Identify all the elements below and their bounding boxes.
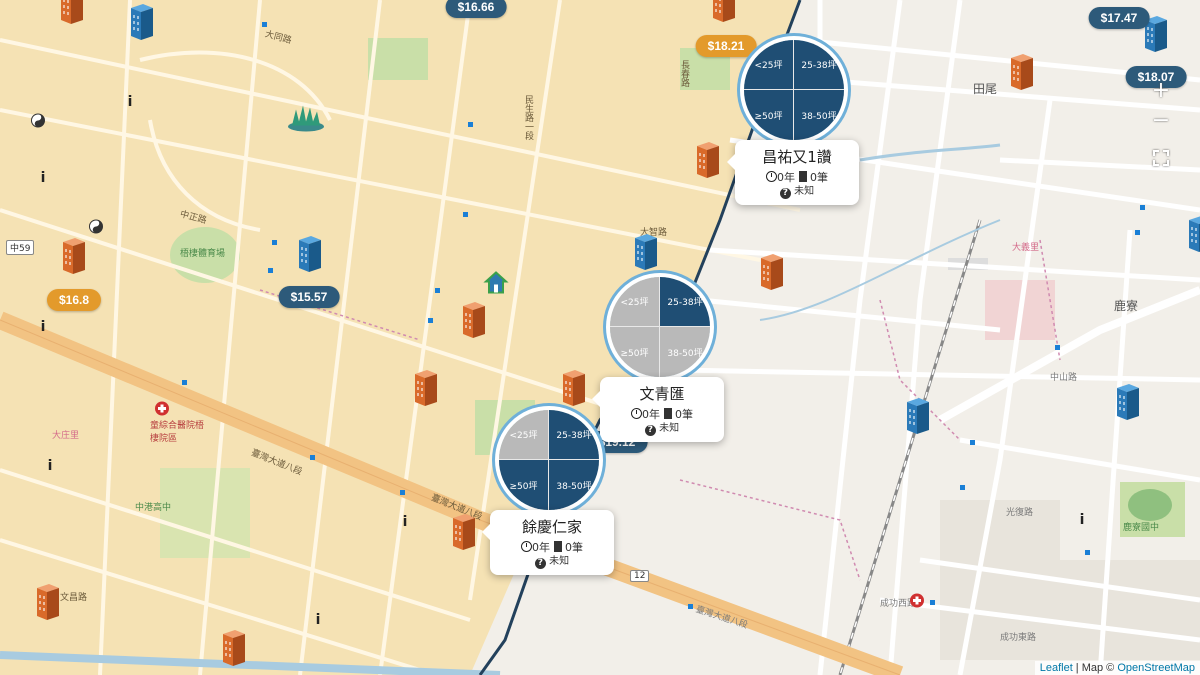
years: 0年: [532, 541, 550, 554]
building-marker-icon[interactable]: [1115, 380, 1141, 426]
label-dayi: 大義里: [1012, 243, 1040, 253]
hospital-icon[interactable]: [910, 593, 924, 611]
building-marker-icon[interactable]: [221, 626, 247, 672]
cluster-pie[interactable]: <25坪 25-38坪 ≥50坪 38-50坪: [610, 277, 710, 377]
building-marker-icon[interactable]: [1009, 50, 1035, 96]
yinyang-icon[interactable]: [89, 219, 103, 237]
building-marker-icon[interactable]: [633, 230, 659, 276]
quadrant-lt25: <25坪: [744, 40, 794, 90]
attribution: Leaflet | Map © OpenStreetMap: [1034, 661, 1200, 675]
building-marker-icon[interactable]: [35, 580, 61, 626]
price-tag[interactable]: $16.8: [46, 289, 102, 311]
building-marker-icon[interactable]: [905, 394, 931, 440]
osm-link[interactable]: OpenStreetMap: [1117, 662, 1195, 674]
building-marker-icon[interactable]: [59, 0, 85, 30]
info-icon[interactable]: i: [1080, 513, 1085, 527]
quadrant-ge50: ≥50坪: [744, 90, 794, 140]
info-icon[interactable]: i: [41, 171, 46, 185]
leaflet-link[interactable]: Leaflet: [1040, 662, 1073, 674]
quadrant-ge50: ≥50坪: [610, 327, 660, 377]
label-hospital: 童綜合醫院梧棲院區: [150, 421, 205, 444]
project-name: 昌祐又1讚: [762, 148, 832, 166]
price-tag[interactable]: $16.66: [445, 0, 507, 18]
quadrant-25-38: 25-38坪: [549, 410, 599, 460]
quadrant-38-50: 38-50坪: [794, 90, 844, 140]
building-marker-icon[interactable]: [461, 298, 487, 344]
map-canvas[interactable]: 鹿寮 田尾 臺灣大道八段 臺灣大道八段 臺灣大道八段 中山路 文昌路 大智路 民…: [0, 0, 1200, 675]
project-popup[interactable]: 餘慶仁家 0年 0筆 ? 未知: [482, 510, 614, 575]
hospital-icon[interactable]: [155, 401, 169, 419]
label-sports: 梧棲體育場: [180, 249, 226, 259]
status: 未知: [549, 556, 570, 567]
info-icon[interactable]: i: [403, 515, 408, 529]
cluster-pie[interactable]: <25坪 25-38坪 ≥50坪 38-50坪: [499, 410, 599, 510]
zoom-control: + −: [1146, 76, 1176, 136]
building-icon: [798, 171, 807, 182]
years: 0年: [777, 171, 795, 184]
question-icon: ?: [779, 188, 791, 199]
quadrant-38-50: 38-50坪: [660, 327, 710, 377]
label-minsheng: 民生路一段: [523, 95, 533, 140]
project-name: 餘慶仁家: [521, 518, 582, 536]
info-icon[interactable]: i: [41, 320, 46, 334]
building-marker-icon[interactable]: [711, 0, 737, 28]
clock-icon: [766, 171, 777, 182]
label-wenchang: 文昌路: [60, 593, 88, 603]
label-guangfu: 光復路: [1006, 508, 1034, 518]
building-icon: [553, 541, 562, 552]
info-icon[interactable]: i: [48, 459, 53, 473]
label-lugang: 鹿寮: [1114, 299, 1139, 313]
label-zhongshan: 中山路: [1050, 373, 1078, 383]
record-count: 0筆: [565, 541, 583, 554]
label-ludon-mid: 鹿寮國中: [1123, 523, 1160, 533]
building-marker-icon[interactable]: [561, 366, 587, 412]
home-icon[interactable]: [483, 270, 509, 299]
yinyang-icon[interactable]: [31, 113, 45, 131]
attribution-sep: | Map ©: [1072, 662, 1118, 674]
building-marker-icon[interactable]: [297, 232, 323, 278]
zoom-out-button[interactable]: −: [1146, 106, 1176, 136]
building-marker-icon[interactable]: [759, 250, 785, 296]
quadrant-lt25: <25坪: [499, 410, 549, 460]
label-chenggong-e: 成功東路: [1000, 633, 1037, 643]
question-icon: ?: [534, 558, 546, 569]
record-count: 0筆: [675, 408, 693, 421]
cluster-pie[interactable]: <25坪 25-38坪 ≥50坪 38-50坪: [744, 40, 844, 140]
park-icon[interactable]: [286, 102, 326, 135]
building-marker-icon[interactable]: [695, 138, 721, 184]
building-marker-icon[interactable]: [129, 0, 155, 46]
quadrant-25-38: 25-38坪: [660, 277, 710, 327]
route-12-shield: 12: [630, 570, 650, 582]
record-count: 0筆: [810, 171, 828, 184]
building-marker-icon[interactable]: [61, 234, 87, 280]
label-datong-li: 大庄里: [52, 431, 80, 441]
label-changan: 長春路: [679, 60, 689, 87]
clock-icon: [521, 541, 532, 552]
quadrant-38-50: 38-50坪: [549, 460, 599, 510]
info-icon[interactable]: i: [316, 613, 321, 627]
zoom-in-button[interactable]: +: [1146, 76, 1176, 106]
label-wuqi-mid: 中港高中: [135, 503, 172, 513]
status: 未知: [794, 186, 815, 197]
fullscreen-icon[interactable]: [1151, 148, 1171, 168]
info-icon[interactable]: i: [128, 95, 133, 109]
building-marker-icon[interactable]: [451, 510, 477, 556]
price-tag[interactable]: $17.47: [1088, 7, 1150, 29]
years: 0年: [642, 408, 660, 421]
label-tianwei: 田尾: [973, 82, 998, 96]
question-icon: ?: [644, 425, 656, 436]
quadrant-25-38: 25-38坪: [794, 40, 844, 90]
building-marker-icon[interactable]: [413, 366, 439, 412]
project-name: 文青匯: [639, 385, 685, 403]
building-marker-icon[interactable]: [1187, 212, 1200, 258]
price-tag[interactable]: $15.57: [278, 286, 340, 308]
quadrant-lt25: <25坪: [610, 277, 660, 327]
clock-icon: [631, 408, 642, 419]
route-59-shield: 中59: [6, 240, 35, 255]
building-icon: [663, 408, 672, 419]
quadrant-ge50: ≥50坪: [499, 460, 549, 510]
project-popup[interactable]: 昌祐又1讚 0年 0筆 ? 未知: [727, 140, 859, 205]
project-popup[interactable]: 文青匯 0年 0筆 ? 未知: [592, 377, 724, 442]
status: 未知: [659, 423, 680, 434]
